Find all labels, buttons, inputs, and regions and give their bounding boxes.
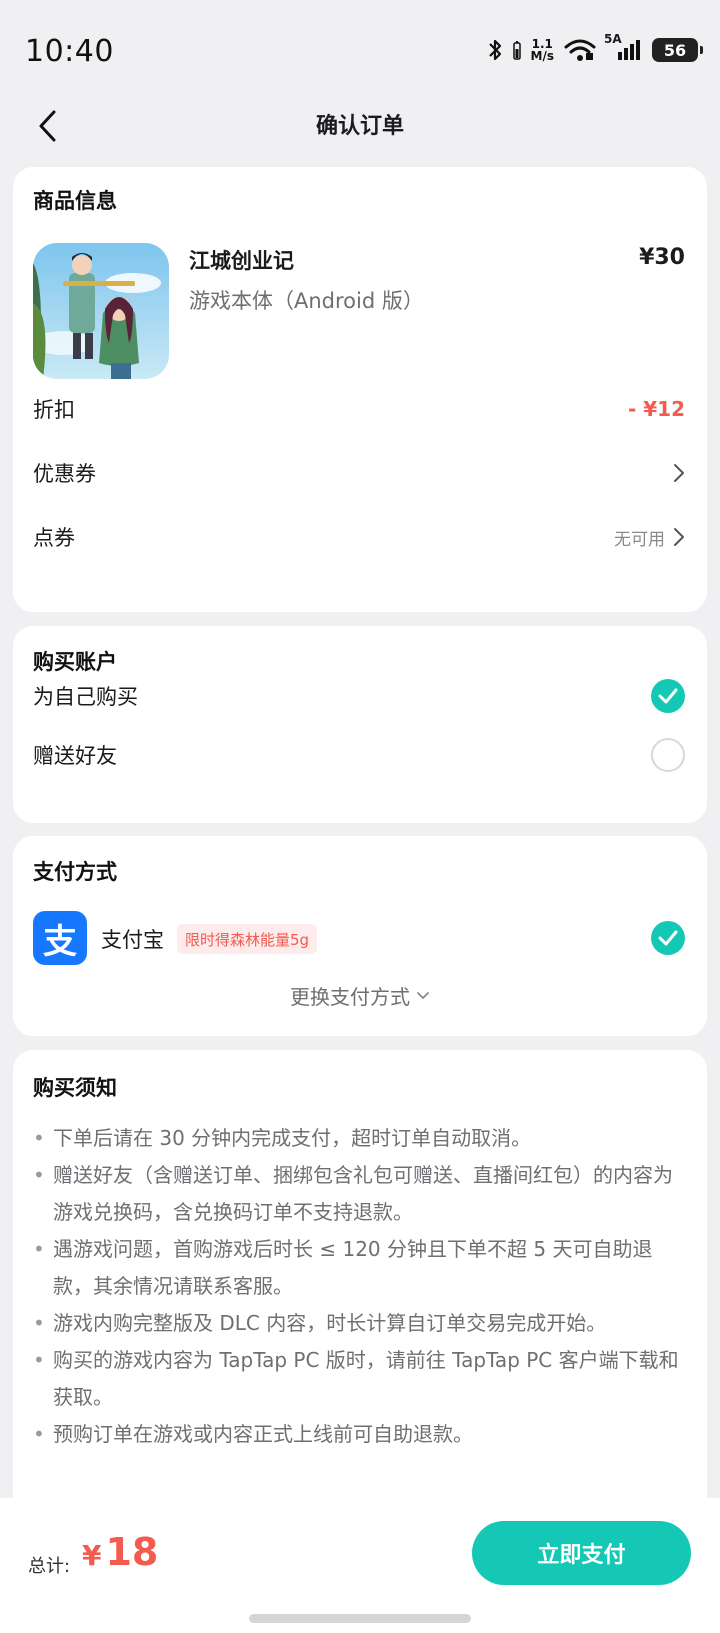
status-icons: 1.1 M/s 5A 56	[487, 32, 703, 62]
discount-row: 折扣 - ¥12	[33, 389, 685, 429]
points-label: 点券	[33, 526, 75, 550]
battery-icon: 56	[652, 38, 703, 62]
product-name: 江城创业记	[189, 249, 294, 273]
chevron-right-icon	[673, 527, 685, 547]
nav-bar: 确认订单	[0, 96, 720, 156]
signal-icon: 5A	[604, 32, 642, 62]
total-label: 总计:	[28, 1556, 71, 1577]
notice-item: 购买的游戏内容为 TapTap PC 版时，请前往 TapTap PC 客户端下…	[33, 1342, 681, 1416]
coupon-row[interactable]: 优惠券	[33, 453, 685, 493]
payment-card: 支付方式 支 支付宝 限时得森林能量5g 更换支付方式	[13, 836, 707, 1036]
network-type: 5A	[604, 32, 622, 46]
game-thumbnail[interactable]	[33, 243, 169, 379]
product-edition: 游戏本体（Android 版）	[189, 289, 424, 313]
payment-section-title: 支付方式	[33, 860, 117, 884]
home-indicator[interactable]	[249, 1614, 471, 1623]
account-option-gift[interactable]: 赠送好友	[33, 735, 685, 775]
notice-item: 游戏内购完整版及 DLC 内容，时长计算自订单交易完成开始。	[33, 1305, 681, 1342]
status-time: 10:40	[25, 34, 114, 69]
points-row[interactable]: 点券 无可用	[33, 517, 685, 557]
account-card: 购买账户 为自己购买 赠送好友	[13, 626, 707, 823]
chevron-right-icon	[673, 463, 685, 483]
payment-method-name: 支付宝	[101, 928, 164, 952]
account-section-title: 购买账户	[33, 650, 117, 674]
product-section-title: 商品信息	[33, 189, 117, 213]
wifi-icon	[564, 38, 596, 62]
account-option-label: 赠送好友	[33, 744, 117, 768]
notice-item: 预购订单在游戏或内容正式上线前可自助退款。	[33, 1416, 681, 1453]
notice-item: 下单后请在 30 分钟内完成支付，超时订单自动取消。	[33, 1120, 681, 1157]
discount-value: - ¥12	[627, 397, 685, 421]
status-bar: 10:40 1.1 M/s 5A 56	[0, 0, 720, 100]
chevron-down-icon	[417, 991, 429, 999]
bottom-bar: 总计: ¥18 立即支付	[0, 1498, 720, 1633]
total-amount: ¥18	[82, 1530, 158, 1574]
radio-unchecked-icon[interactable]	[651, 738, 685, 772]
mini-battery-icon	[512, 40, 521, 60]
account-option-self[interactable]: 为自己购买	[33, 676, 685, 716]
page-title: 确认订单	[315, 114, 404, 139]
check-icon[interactable]	[651, 679, 685, 713]
notice-section-title: 购买须知	[33, 1076, 117, 1100]
network-speed: 1.1 M/s	[531, 38, 554, 62]
bluetooth-icon	[487, 38, 503, 62]
currency-symbol: ¥	[82, 1539, 102, 1572]
speed-unit: M/s	[530, 49, 554, 63]
product-card: 商品信息 江城创业记 游戏本体（Android 版） ¥30 折扣 - ¥12 …	[13, 167, 707, 612]
discount-label: 折扣	[33, 398, 75, 422]
coupon-label: 优惠券	[33, 462, 96, 486]
account-option-label: 为自己购买	[33, 685, 138, 709]
promo-badge: 限时得森林能量5g	[177, 924, 318, 954]
notice-item: 赠送好友（含赠送订单、捆绑包含礼包可赠送、直播间红包）的内容为游戏兑换码，含兑换…	[33, 1157, 681, 1231]
notice-list: 下单后请在 30 分钟内完成支付，超时订单自动取消。 赠送好友（含赠送订单、捆绑…	[33, 1120, 681, 1453]
notice-item: 遇游戏问题，首购游戏后时长 ≤ 120 分钟且下单不超 5 天可自助退款，其余情…	[33, 1231, 681, 1305]
product-price: ¥30	[639, 245, 685, 270]
points-value: 无可用	[614, 529, 665, 550]
change-payment-label: 更换支付方式	[290, 985, 410, 1009]
pay-now-button[interactable]: 立即支付	[472, 1521, 691, 1585]
alipay-icon: 支	[33, 911, 87, 965]
check-icon[interactable]	[651, 921, 685, 955]
change-payment-button[interactable]: 更换支付方式	[13, 981, 707, 1010]
total-value: 18	[105, 1530, 159, 1574]
